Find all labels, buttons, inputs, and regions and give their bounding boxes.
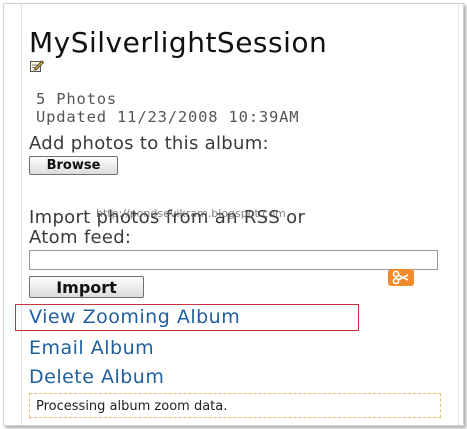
album-title: MySilverlightSession: [29, 26, 328, 59]
scissors-icon[interactable]: [388, 269, 414, 286]
delete-album-link[interactable]: Delete Album: [29, 366, 164, 388]
feed-url-input[interactable]: [29, 250, 438, 270]
edit-icon[interactable]: [30, 57, 45, 72]
browse-button[interactable]: Browse: [29, 156, 118, 175]
email-album-link[interactable]: Email Album: [29, 337, 154, 359]
updated-timestamp: Updated 11/23/2008 10:39AM: [36, 108, 300, 126]
import-button[interactable]: Import: [29, 276, 144, 298]
screenshot-frame: MySilverlightSession 5 Photos Updated 11…: [3, 3, 464, 426]
status-message: Processing album zoom data.: [29, 393, 441, 418]
view-zooming-album-link[interactable]: View Zooming Album: [29, 306, 240, 328]
photo-count: 5 Photos: [36, 90, 118, 108]
import-feed-label-line2: Atom feed:: [29, 227, 132, 248]
add-photos-label: Add photos to this album:: [29, 133, 269, 154]
watermark-text: http://pondsevikram.blogspot.com: [96, 207, 286, 220]
